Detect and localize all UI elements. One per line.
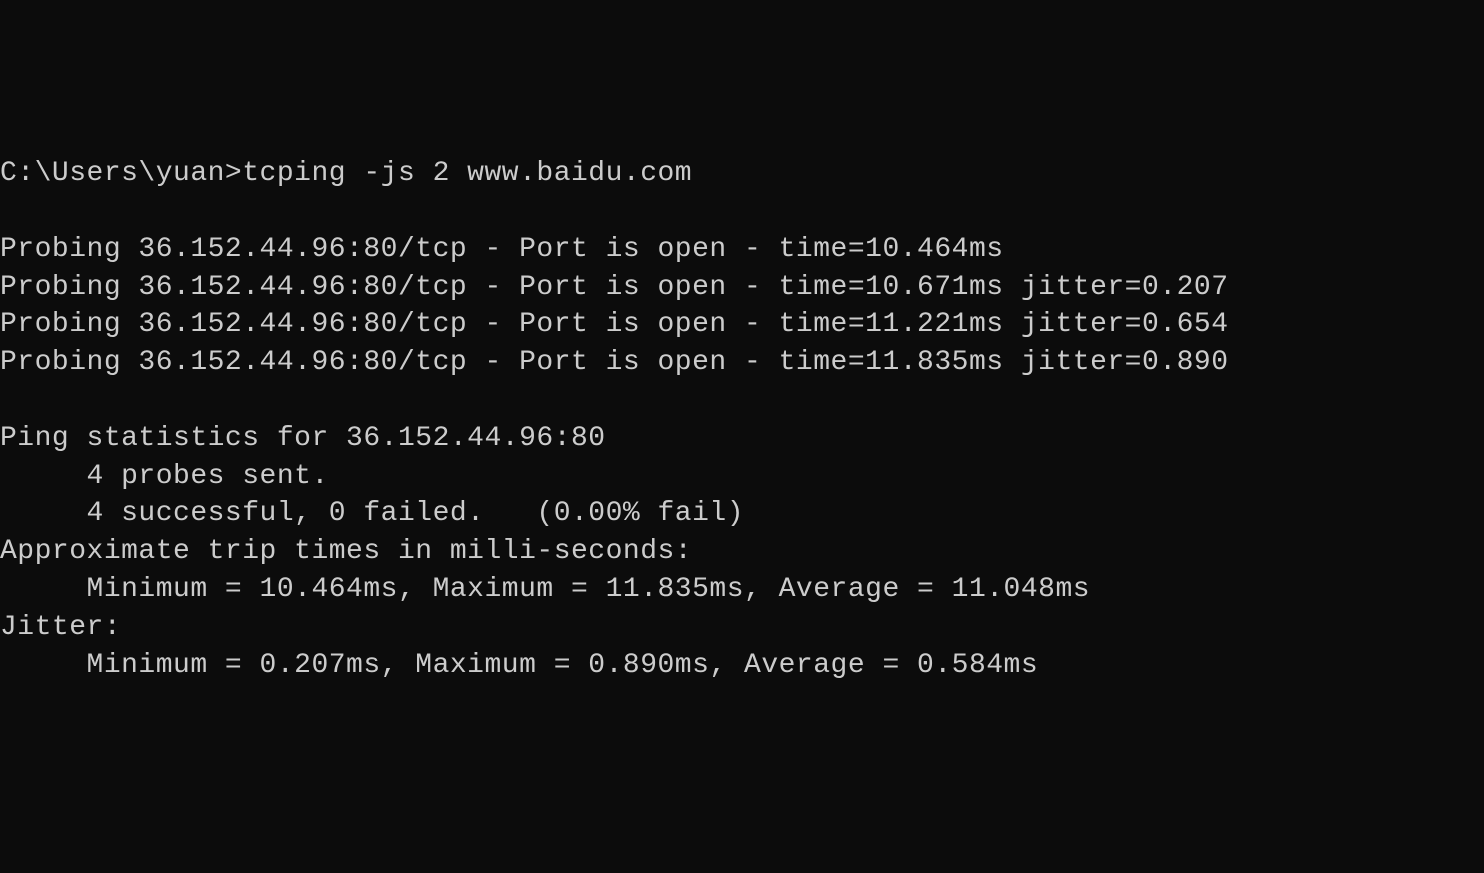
terminal-output: C:\Users\yuan>tcping -js 2 www.baidu.com… [0,155,1484,684]
